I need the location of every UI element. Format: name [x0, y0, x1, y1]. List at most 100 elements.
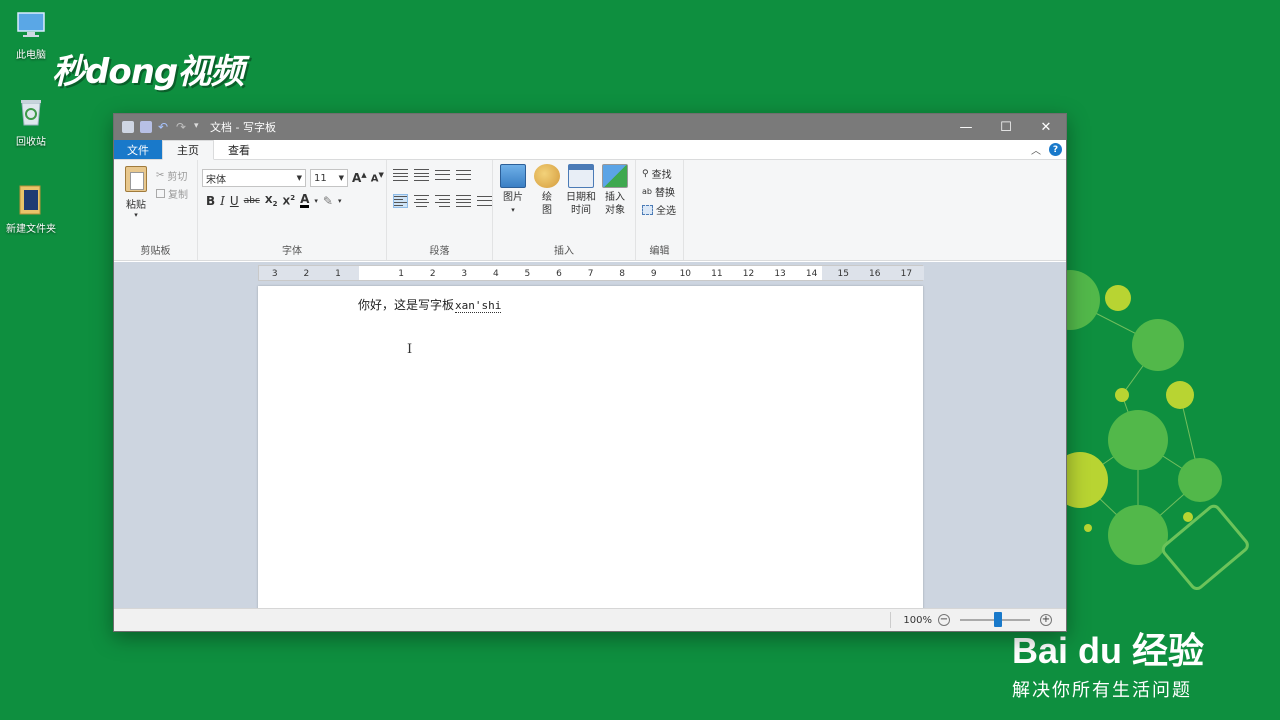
ruler-tick-label: 2 [429, 269, 436, 279]
group-label-insert: 插入 [554, 246, 574, 257]
superscript-icon[interactable]: X2 [282, 194, 295, 207]
justify-icon[interactable] [456, 194, 471, 208]
copy-button[interactable]: 复制 [156, 186, 188, 201]
ruler-tick-label: 1 [335, 269, 341, 279]
ruler-tick-label: 17 [900, 269, 913, 279]
app-icon[interactable] [122, 121, 134, 133]
ruler-tick-label: 8 [619, 269, 626, 279]
collapse-ribbon-icon[interactable]: ︿ [1031, 142, 1041, 157]
subscript-icon[interactable]: X2 [265, 195, 278, 208]
zoom-slider-thumb[interactable] [994, 612, 1002, 627]
ruler-tick-label: 9 [650, 269, 657, 279]
baidu-watermark: Bai du 经验 解决你所有生活问题 [1012, 622, 1204, 702]
title-bar: ↶ ↷ ▾ 文档 - 写字板 — ☐ ✕ [114, 114, 1066, 140]
paste-button[interactable]: 粘贴 ▾ [122, 166, 150, 219]
ruler-tick-label: 15 [837, 269, 849, 279]
folder-icon [14, 182, 48, 216]
ruler-tick-label: 7 [587, 269, 594, 279]
paint-drawing-button[interactable]: 绘图 [531, 164, 563, 217]
undo-icon[interactable]: ↶ [158, 121, 170, 133]
zoom-slider[interactable] [960, 612, 1030, 627]
ruler-tick-label: 1 [398, 269, 404, 279]
chevron-down-icon: ▼ [296, 174, 302, 182]
ruler-tick-label: 6 [556, 269, 562, 279]
save-icon[interactable] [140, 121, 152, 133]
ruler-ticks: 3 2 1 1 2 3 4 5 6 7 8 9 10 11 12 13 14 15 16 17 [259, 267, 922, 281]
select-all-button[interactable]: 全选 [642, 202, 676, 217]
text-color-icon[interactable]: A [300, 193, 310, 208]
date-time-button[interactable]: 日期和时间 [565, 164, 597, 217]
ruler-tick-label: 2 [303, 269, 310, 279]
grow-font-icon[interactable]: A▲ [352, 171, 367, 185]
object-label: 插入对象 [605, 192, 625, 216]
font-size-select[interactable]: 11 ▼ [310, 169, 348, 187]
chevron-down-icon[interactable]: ▾ [338, 197, 342, 205]
highlight-icon[interactable]: ✎ [323, 194, 333, 208]
ruler[interactable]: 3 2 1 1 2 3 4 5 6 7 8 9 10 11 12 13 14 15 16 17 [258, 265, 924, 281]
minimize-button[interactable]: — [946, 114, 986, 140]
zoom-in-icon[interactable]: + [1040, 614, 1052, 626]
insert-picture-button[interactable]: 图片 ▾ [497, 164, 529, 217]
find-button[interactable]: ⚲ 查找 [642, 166, 672, 182]
decrease-indent-icon[interactable] [393, 168, 408, 182]
font-family-select[interactable]: 宋体 ▼ [202, 169, 306, 187]
palette-icon [534, 164, 560, 188]
document-text[interactable]: 你好，这是写字板xan'shi [358, 296, 502, 313]
bold-icon[interactable]: B [206, 194, 215, 208]
shrink-font-icon[interactable]: A▼ [371, 171, 384, 184]
paste-dropdown-icon[interactable]: ▾ [122, 211, 150, 219]
status-bar: 100% − + [114, 608, 1066, 631]
binoculars-icon: ⚲ [642, 168, 649, 179]
strikethrough-icon[interactable]: abc [244, 196, 260, 206]
customize-quick-access-icon[interactable]: ▾ [194, 121, 202, 133]
copy-label: 复制 [168, 190, 188, 201]
ruler-tick-label: 13 [774, 269, 786, 279]
line-spacing-icon[interactable] [456, 168, 471, 182]
cut-button[interactable]: ✂ 剪切 [156, 168, 187, 183]
group-font: 宋体 ▼ 11 ▼ A▲ A▼ B I U abc X2 X2 A ▾ ✎ ▾ … [198, 160, 387, 260]
close-button[interactable]: ✕ [1026, 114, 1066, 140]
maximize-button[interactable]: ☐ [986, 114, 1026, 140]
tab-file[interactable]: 文件 [114, 140, 162, 159]
tab-view[interactable]: 查看 [214, 140, 264, 159]
find-label: 查找 [651, 170, 672, 181]
paragraph-settings-icon[interactable] [477, 194, 492, 208]
desktop-icon-new-folder[interactable]: 新建文件夹 [0, 182, 66, 235]
picture-label: 图片 [503, 192, 523, 203]
redo-icon[interactable]: ↷ [176, 121, 188, 133]
desktop-icon-recycle-bin[interactable]: 回收站 [0, 95, 66, 148]
bullet-list-icon[interactable] [435, 168, 450, 182]
document-page[interactable]: 你好，这是写字板xan'shi I [258, 286, 923, 609]
replace-button[interactable]: ab 替换 [642, 184, 675, 199]
zoom-out-icon[interactable]: − [938, 614, 950, 626]
paint-label: 绘图 [542, 192, 552, 216]
align-left-icon[interactable] [393, 194, 408, 208]
italic-icon[interactable]: I [220, 194, 225, 208]
font-size-value: 11 [314, 172, 327, 184]
ribbon-tabs: 文件 主页 查看 ︿ ? [114, 140, 1066, 160]
align-right-icon[interactable] [435, 194, 450, 208]
quick-access-toolbar: ↶ ↷ ▾ [114, 121, 202, 133]
text-cursor-icon: I [407, 342, 413, 357]
ruler-tick-label: 3 [461, 269, 468, 279]
insert-object-button[interactable]: 插入对象 [599, 164, 631, 217]
underline-icon[interactable]: U [230, 194, 239, 208]
group-insert: 图片 ▾ 绘图 日期和时间 插入对象 插入 [493, 160, 636, 260]
chevron-down-icon[interactable]: ▾ [314, 197, 318, 205]
decorative-graphic [1040, 260, 1280, 600]
select-all-label: 全选 [656, 206, 676, 217]
computer-icon [14, 8, 48, 42]
brand-logo: 秒dong视频 [52, 52, 244, 92]
ruler-tick-label: 14 [805, 269, 818, 279]
ruler-tick-label: 4 [492, 269, 499, 279]
chevron-down-icon: ▾ [511, 206, 515, 214]
ruler-tick-label: 11 [711, 269, 723, 279]
help-icon[interactable]: ? [1049, 143, 1062, 156]
align-center-icon[interactable] [414, 194, 429, 208]
replace-label: 替换 [654, 188, 675, 199]
desktop-icon-label: 回收站 [16, 137, 46, 148]
ruler-tick-label: 16 [869, 269, 881, 279]
tab-home[interactable]: 主页 [162, 140, 214, 160]
ruler-tick-label [354, 267, 386, 281]
increase-indent-icon[interactable] [414, 168, 429, 182]
